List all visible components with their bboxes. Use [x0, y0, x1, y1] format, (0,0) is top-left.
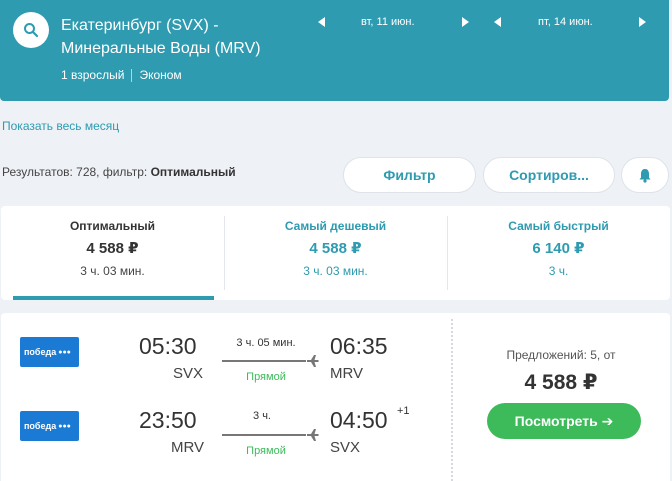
search-icon	[24, 23, 39, 38]
bell-icon	[639, 168, 651, 183]
airline-logo-text: победа	[24, 421, 57, 431]
results-filter-name: Оптимальный	[150, 165, 236, 179]
offers-count: Предложений: 5, от	[506, 348, 616, 362]
tab-duration: 3 ч. 03 мин.	[80, 264, 145, 278]
tab-fastest[interactable]: Самый быстрый 6 140 ₽ 3 ч.	[447, 206, 670, 300]
sort-button[interactable]: Сортиров...	[483, 157, 615, 193]
filter-button[interactable]: Фильтр	[343, 157, 476, 193]
sort-tabs: Оптимальный 4 588 ₽ 3 ч. 03 мин. Самый д…	[1, 206, 670, 300]
show-month-link[interactable]: Показать весь месяц	[2, 119, 119, 133]
flight-line	[222, 434, 306, 436]
tab-price: 4 588 ₽	[309, 240, 362, 257]
departure-airport: MRV	[171, 439, 205, 456]
stops-label: Прямой	[246, 371, 286, 383]
search-header: Екатеринбург (SVX) - Минеральные Воды (M…	[0, 0, 669, 101]
results-count-text: Результатов: 728, фильтр:	[2, 165, 151, 179]
return-date[interactable]: пт, 14 июн.	[538, 16, 593, 28]
search-button[interactable]	[13, 12, 49, 48]
next-day-indicator: +1	[397, 405, 410, 417]
tab-optimal[interactable]: Оптимальный 4 588 ₽ 3 ч. 03 мин.	[1, 206, 224, 300]
tab-duration: 3 ч. 03 мин.	[303, 264, 368, 278]
results-summary: Результатов: 728, фильтр: Оптимальный	[2, 165, 236, 179]
stops-label: Прямой	[246, 445, 286, 457]
plane-icon	[307, 429, 319, 441]
ticket-price: 4 588 ₽	[524, 371, 598, 394]
view-offer-button[interactable]: Посмотреть ➔	[487, 403, 641, 439]
plane-icon	[307, 355, 319, 367]
departure-airport: SVX	[173, 365, 204, 382]
depart-date-picker: вт, 11 июн.	[318, 16, 469, 28]
meta-divider	[131, 68, 133, 82]
flight-duration: 3 ч. 05 мин.	[236, 337, 296, 349]
flight-duration: 3 ч.	[253, 410, 271, 422]
route-line-2: Минеральные Воды (MRV)	[61, 40, 261, 57]
trip-meta[interactable]: 1 взрослый Эконом	[61, 68, 182, 82]
tab-duration: 3 ч.	[548, 264, 569, 278]
route-title[interactable]: Екатеринбург (SVX) - Минеральные Воды (M…	[61, 14, 261, 60]
flight-line	[222, 360, 306, 362]
ticket-divider	[451, 319, 453, 481]
passengers-label: 1 взрослый	[61, 68, 125, 82]
tab-cheapest[interactable]: Самый дешевый 4 588 ₽ 3 ч. 03 мин.	[224, 206, 447, 300]
subscribe-button[interactable]	[621, 157, 669, 193]
tab-title: Оптимальный	[69, 219, 156, 233]
departure-time: 05:30	[139, 333, 197, 359]
prev-depart-date-icon[interactable]	[318, 17, 325, 27]
airline-logo-text: победа	[24, 347, 57, 357]
airline-logo: победа ●●●	[20, 337, 79, 367]
arrival-time: 06:35	[330, 333, 388, 359]
tab-title: Самый дешевый	[284, 219, 387, 233]
depart-date[interactable]: вт, 11 июн.	[361, 16, 415, 28]
next-return-date-icon[interactable]	[638, 17, 646, 27]
arrival-airport: MRV	[330, 365, 364, 382]
tab-title: Самый быстрый	[508, 219, 609, 233]
arrival-time: 04:50	[330, 407, 388, 433]
airline-logo: победа ●●●	[20, 411, 79, 441]
next-depart-date-icon[interactable]	[461, 17, 469, 27]
route-line-1: Екатеринбург (SVX) -	[61, 17, 219, 34]
tab-price: 4 588 ₽	[86, 240, 139, 257]
cabin-class-label: Эконом	[139, 68, 182, 82]
tab-price: 6 140 ₽	[532, 240, 585, 257]
arrival-airport: SVX	[330, 439, 361, 456]
ticket-card[interactable]: победа ●●● 05:30 SVX 3 ч. 05 мин. Прямой …	[1, 313, 670, 481]
departure-time: 23:50	[139, 407, 197, 433]
prev-return-date-icon[interactable]	[494, 17, 501, 27]
return-date-picker: пт, 14 июн.	[494, 16, 646, 28]
